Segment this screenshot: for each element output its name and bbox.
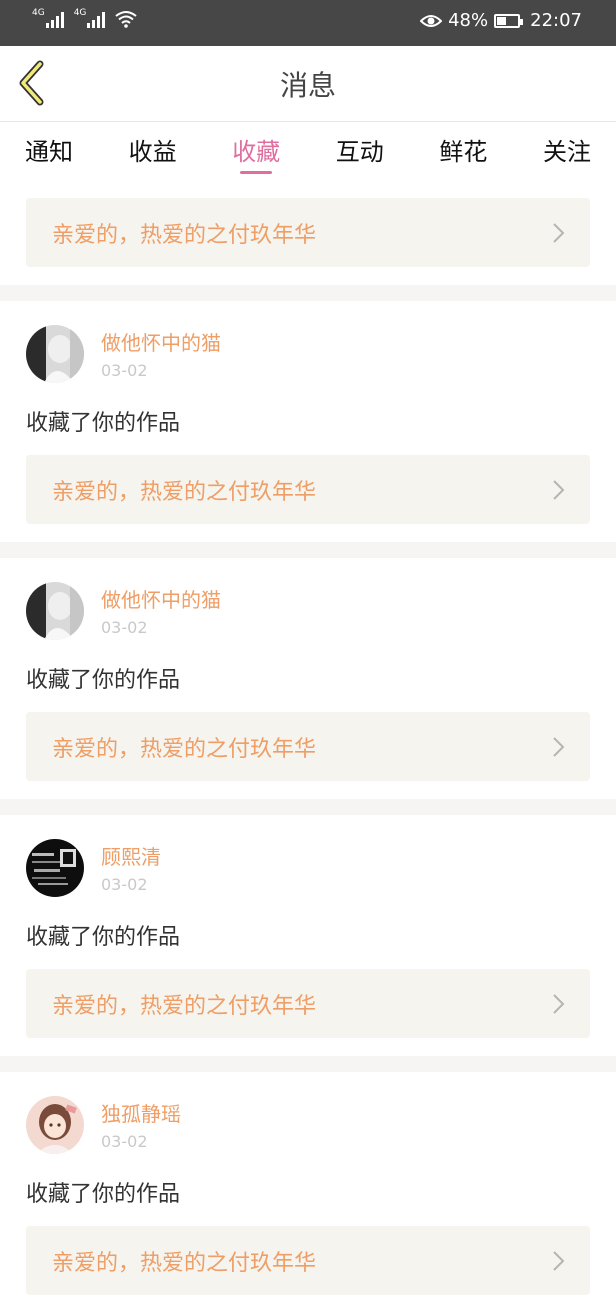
list-item: 做他怀中的猫 03-02 收藏了你的作品 亲爱的，热爱的之付玖年华 xyxy=(0,301,616,542)
username[interactable]: 做他怀中的猫 xyxy=(101,329,221,357)
nav-bar: 消息 xyxy=(0,46,616,122)
user-row: 做他怀中的猫 03-02 xyxy=(26,582,590,640)
work-title: 亲爱的，热爱的之付玖年华 xyxy=(52,222,317,248)
avatar[interactable] xyxy=(26,1096,84,1154)
work-title: 亲爱的，热爱的之付玖年华 xyxy=(52,736,317,762)
date: 03-02 xyxy=(101,875,148,894)
work-title: 亲爱的，热爱的之付玖年华 xyxy=(52,993,317,1019)
user-info: 独孤静瑶 03-02 xyxy=(101,1100,181,1151)
work-card[interactable]: 亲爱的，热爱的之付玖年华 xyxy=(26,712,590,781)
avatar-4-image xyxy=(26,1096,84,1154)
tab-bar: 通知 收益 收藏 互动 鲜花 关注 xyxy=(0,122,616,182)
username[interactable]: 做他怀中的猫 xyxy=(101,586,221,614)
avatar-3-image xyxy=(26,839,84,897)
date: 03-02 xyxy=(101,1132,148,1151)
avatar-1-image xyxy=(26,325,84,383)
tab-interactions[interactable]: 互动 xyxy=(336,122,384,182)
eye-icon xyxy=(420,14,443,27)
avatar[interactable] xyxy=(26,839,84,897)
network-type-label: 4G xyxy=(73,8,87,18)
chevron-right-icon xyxy=(553,1251,565,1271)
chevron-right-icon xyxy=(553,737,565,757)
action-text: 收藏了你的作品 xyxy=(26,925,181,950)
username[interactable]: 独孤静瑶 xyxy=(101,1100,181,1128)
work-card[interactable]: 亲爱的，热爱的之付玖年华 xyxy=(26,1226,590,1295)
chevron-right-icon xyxy=(553,223,565,243)
avatar-2-image xyxy=(26,582,84,640)
signal-1: 4G xyxy=(32,8,64,28)
list-item: 顾熙清 03-02 收藏了你的作品 亲爱的，热爱的之付玖年华 xyxy=(0,815,616,1056)
battery-icon xyxy=(494,13,524,28)
work-title: 亲爱的，热爱的之付玖年华 xyxy=(52,479,317,505)
user-row: 做他怀中的猫 03-02 xyxy=(26,325,590,383)
chevron-right-icon xyxy=(553,480,565,500)
list-item: 独孤静瑶 03-02 收藏了你的作品 亲爱的，热爱的之付玖年华 xyxy=(0,1072,616,1313)
action-text: 收藏了你的作品 xyxy=(26,1182,181,1207)
work-card[interactable]: 亲爱的，热爱的之付玖年华 xyxy=(26,455,590,524)
work-card[interactable]: 亲爱的，热爱的之付玖年华 xyxy=(26,198,590,267)
list-item-partial: 亲爱的，热爱的之付玖年华 xyxy=(0,182,616,285)
username[interactable]: 顾熙清 xyxy=(101,843,161,871)
divider xyxy=(0,285,616,301)
work-card[interactable]: 亲爱的，热爱的之付玖年华 xyxy=(26,969,590,1038)
user-info: 做他怀中的猫 03-02 xyxy=(101,586,221,637)
tab-earnings[interactable]: 收益 xyxy=(129,122,177,182)
status-left: 4G 4G xyxy=(32,8,138,28)
date: 03-02 xyxy=(101,618,148,637)
wifi-icon xyxy=(115,11,138,28)
divider xyxy=(0,542,616,558)
avatar[interactable] xyxy=(26,325,84,383)
user-info: 顾熙清 03-02 xyxy=(101,843,161,894)
chevron-right-icon xyxy=(553,994,565,1014)
user-row: 顾熙清 03-02 xyxy=(26,839,590,897)
status-bar: 4G 4G 48% 22:07 xyxy=(0,0,616,46)
tab-favorites[interactable]: 收藏 xyxy=(232,122,280,182)
clock: 22:07 xyxy=(530,10,582,31)
action-text: 收藏了你的作品 xyxy=(26,411,181,436)
tab-notifications[interactable]: 通知 xyxy=(25,122,73,182)
work-title: 亲爱的，热爱的之付玖年华 xyxy=(52,1250,317,1276)
signal-bars-icon xyxy=(87,12,106,28)
tab-follows[interactable]: 关注 xyxy=(543,122,591,182)
network-type-label: 4G xyxy=(32,8,45,18)
action-text: 收藏了你的作品 xyxy=(26,668,181,693)
divider xyxy=(0,799,616,815)
page-title: 消息 xyxy=(279,69,336,102)
battery-level xyxy=(497,16,506,25)
signal-bars-icon xyxy=(45,12,64,28)
divider xyxy=(0,1056,616,1072)
user-info: 做他怀中的猫 03-02 xyxy=(101,329,221,380)
battery-percent: 48% xyxy=(448,10,489,31)
avatar[interactable] xyxy=(26,582,84,640)
tab-flowers[interactable]: 鲜花 xyxy=(439,122,487,182)
user-row: 独孤静瑶 03-02 xyxy=(26,1096,590,1154)
date: 03-02 xyxy=(101,361,148,380)
status-right: 48% 22:07 xyxy=(420,10,582,31)
signal-2: 4G xyxy=(74,8,106,28)
list-item: 做他怀中的猫 03-02 收藏了你的作品 亲爱的，热爱的之付玖年华 xyxy=(0,558,616,799)
